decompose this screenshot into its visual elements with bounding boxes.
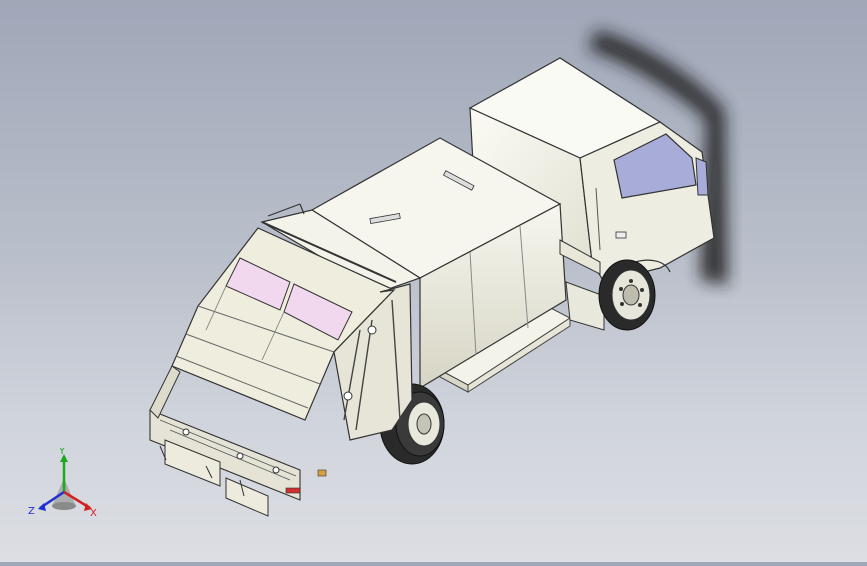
y-axis-label: Y [58, 448, 66, 457]
z-axis-label: Z [28, 506, 35, 517]
x-axis-label: X [90, 508, 97, 519]
view-orientation-triad[interactable]: Y X Z [22, 446, 106, 524]
truck-model[interactable] [0, 0, 867, 562]
model-viewport[interactable] [0, 0, 867, 562]
front-wheel [598, 259, 656, 331]
